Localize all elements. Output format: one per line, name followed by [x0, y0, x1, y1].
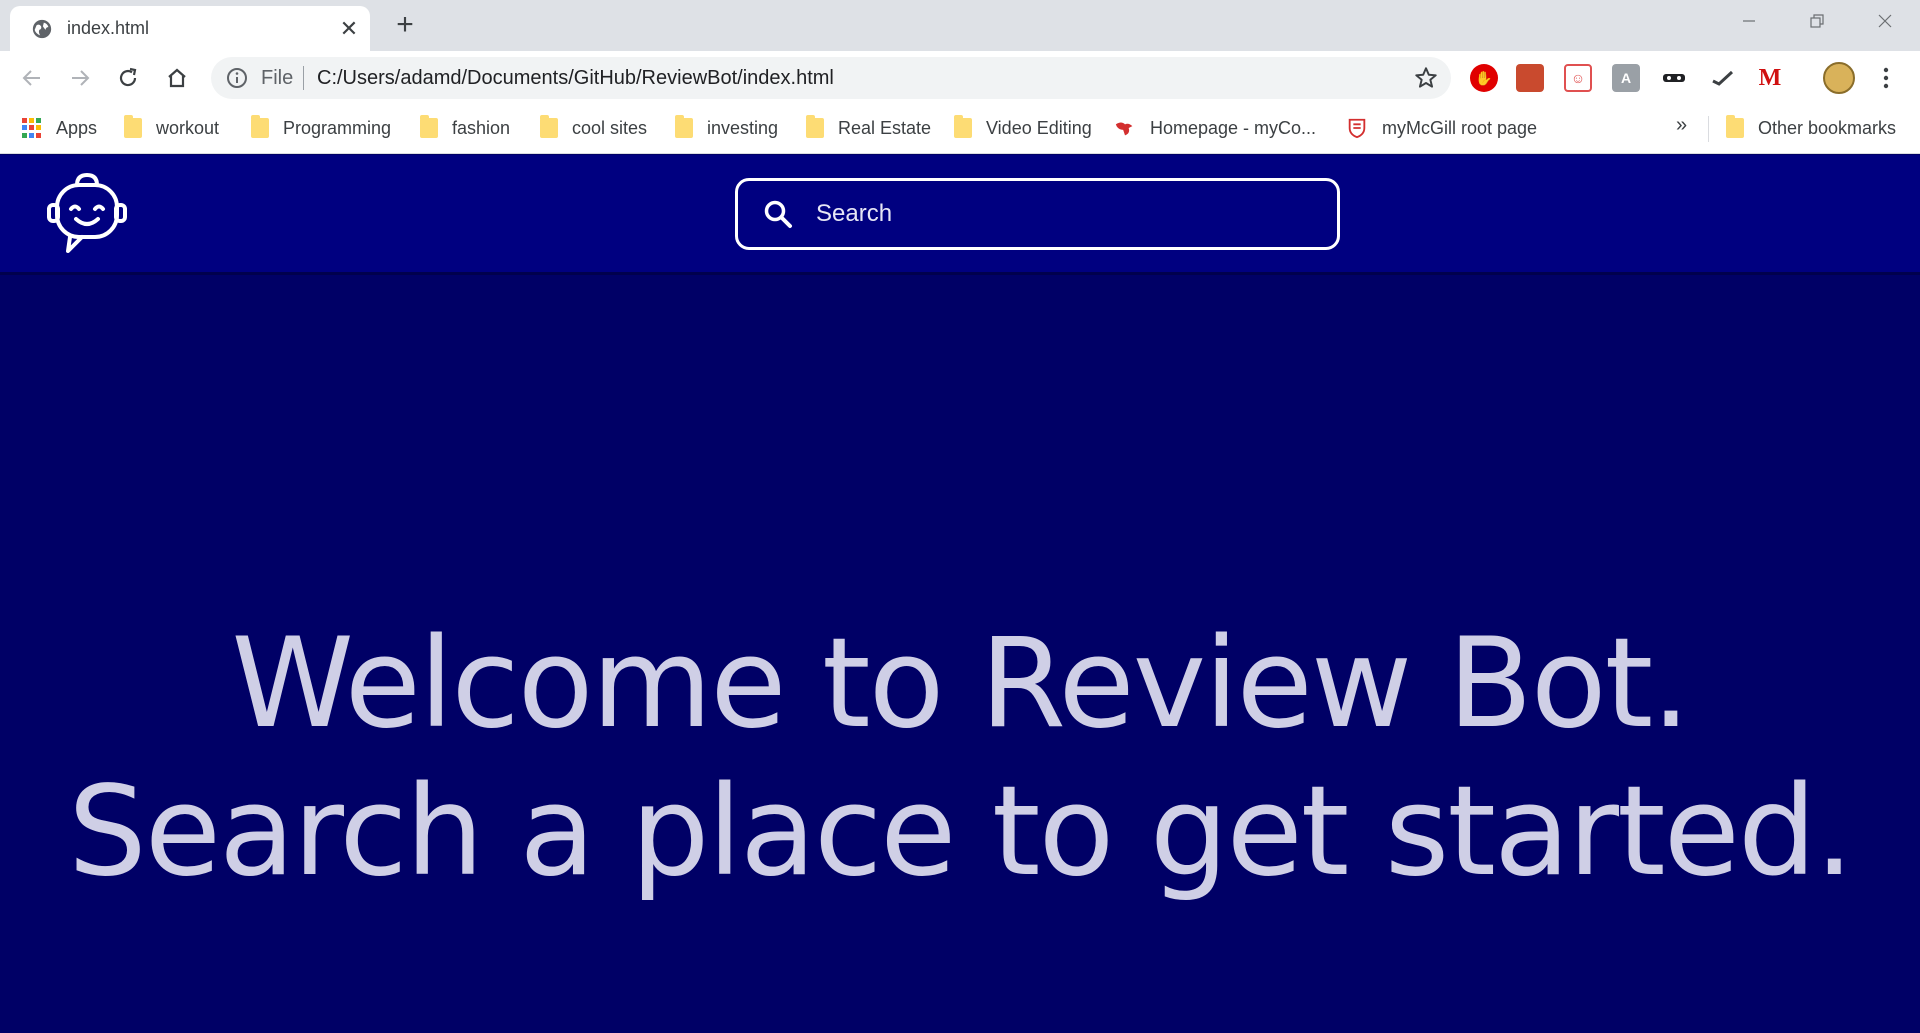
bookmark-investing[interactable]: investing [675, 114, 778, 142]
apps-icon [22, 118, 42, 138]
page-content: Welcome to Review Bot. Search a place to… [0, 155, 1920, 1033]
folder-icon [806, 115, 824, 138]
extension-gray-icon[interactable]: A [1612, 64, 1640, 92]
bookmark-apps[interactable]: Apps [22, 114, 97, 142]
menu-kebab-icon[interactable] [1872, 64, 1900, 92]
bookmark-mymcgill[interactable]: myMcGill root page [1346, 114, 1537, 142]
bookmark-other[interactable]: Other bookmarks [1726, 114, 1896, 142]
bookmark-label: Video Editing [986, 117, 1092, 138]
scheme-label: File [261, 67, 294, 89]
bookmark-label: Homepage - myCo... [1150, 117, 1317, 138]
bookmark-red-icon[interactable] [1516, 64, 1544, 92]
home-button[interactable] [157, 58, 197, 98]
bookmark-label: investing [707, 117, 779, 138]
url-text[interactable]: C:/Users/adamd/Documents/GitHub/ReviewBo… [317, 67, 834, 90]
folder-icon [540, 115, 558, 138]
bookmark-label: cool sites [572, 117, 648, 138]
hero-message: Welcome to Review Bot. Search a place to… [0, 610, 1920, 906]
new-tab-button[interactable]: + [388, 8, 422, 42]
bookmark-cool-sites[interactable]: cool sites [540, 114, 647, 142]
folder-icon [251, 115, 269, 138]
robot-logo-icon[interactable] [44, 171, 130, 257]
search-icon [764, 200, 792, 228]
bookmark-real-estate[interactable]: Real Estate [806, 114, 931, 142]
forward-button[interactable] [60, 58, 100, 98]
address-divider [303, 66, 304, 90]
bookmark-label: Real Estate [838, 117, 932, 138]
site-header [0, 155, 1920, 275]
folder-icon [420, 115, 438, 138]
hero-line-instruction: Search a place to get started. [67, 760, 1854, 904]
search-bar[interactable] [735, 178, 1340, 250]
restore-icon[interactable] [1782, 0, 1852, 42]
bookmark-programming[interactable]: Programming [251, 114, 391, 142]
browser-toolbar: File C:/Users/adamd/Documents/GitHub/Rev… [0, 51, 1920, 104]
arrow-left-icon [22, 70, 40, 86]
gmail-icon[interactable]: M [1756, 64, 1784, 92]
tab-close-icon[interactable]: ✕ [332, 12, 366, 46]
folder-icon [675, 115, 693, 138]
bookmark-label: Apps [56, 117, 98, 138]
checkmark-icon[interactable] [1708, 64, 1736, 92]
bookmarks-divider [1708, 116, 1709, 142]
search-input[interactable] [816, 200, 1316, 228]
home-icon [168, 68, 186, 88]
hero-line-welcome: Welcome to Review Bot. [231, 612, 1690, 756]
info-icon[interactable] [225, 66, 249, 90]
incognito-icon[interactable] [1660, 64, 1688, 92]
bookmark-video-editing[interactable]: Video Editing [954, 114, 1092, 142]
pocket-icon[interactable]: ☺ [1564, 64, 1592, 92]
reload-button[interactable] [108, 58, 148, 98]
tab-active[interactable]: index.html ✕ [10, 6, 370, 51]
globe-icon [32, 19, 52, 38]
red-bird-icon [1115, 122, 1133, 136]
bookmark-fashion[interactable]: fashion [420, 114, 510, 142]
address-bar[interactable]: File C:/Users/adamd/Documents/GitHub/Rev… [211, 57, 1451, 99]
bookmark-label: myMcGill root page [1382, 117, 1538, 138]
folder-icon [124, 115, 142, 138]
bookmark-label: fashion [452, 117, 511, 138]
folder-icon [1726, 115, 1744, 138]
bookmarks-overflow-button[interactable]: » [1676, 114, 1687, 137]
adblock-icon[interactable]: ✋ [1470, 64, 1498, 92]
bookmark-homepage-myco[interactable]: Homepage - myCo... [1114, 114, 1316, 142]
profile-avatar[interactable] [1823, 62, 1855, 94]
arrow-right-icon [72, 70, 90, 86]
reload-icon [119, 67, 137, 87]
close-window-icon[interactable] [1850, 0, 1920, 42]
bookmark-workout[interactable]: workout [124, 114, 219, 142]
bookmark-label: workout [156, 117, 220, 138]
mcgill-crest-icon [1348, 118, 1366, 139]
bookmark-label: Programming [283, 117, 392, 138]
minimize-icon[interactable] [1714, 0, 1784, 42]
folder-icon [954, 115, 972, 138]
bookmarks-bar: Apps workout Programming fashion cool si… [0, 104, 1920, 154]
back-button[interactable] [12, 58, 52, 98]
tab-strip: index.html ✕ + [0, 0, 1920, 51]
tab-title: index.html [67, 18, 150, 38]
star-icon[interactable] [1413, 65, 1439, 91]
bookmark-label: Other bookmarks [1758, 117, 1897, 138]
